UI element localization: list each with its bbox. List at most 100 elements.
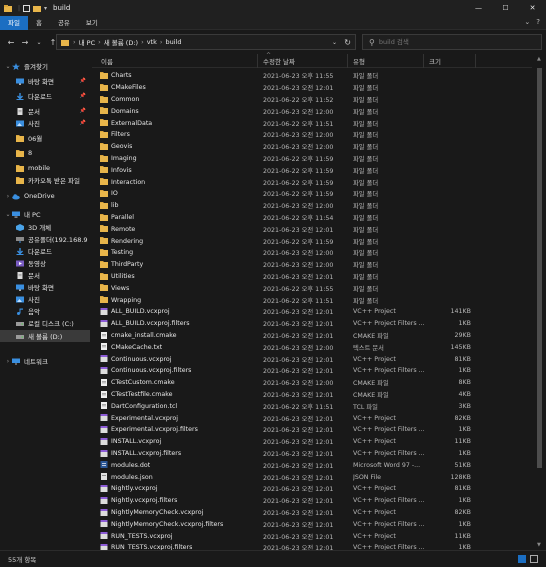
sidebar-item-15[interactable]: 문서: [0, 269, 90, 281]
back-button[interactable]: ←: [4, 38, 18, 47]
sidebar-item-0[interactable]: ⌄ 즐겨찾기: [0, 60, 90, 72]
sidebar-item-2[interactable]: 다운로드 📌: [0, 90, 90, 102]
file-row[interactable]: NightlyMemoryCheck.vcxproj.filters 2021-0…: [92, 518, 532, 530]
tab-file[interactable]: 파일: [0, 15, 28, 30]
file-row[interactable]: ThirdParty 2021-06-23 오전 12:00 파일 폴더: [92, 259, 532, 271]
recent-locations-button[interactable]: ⌄: [32, 39, 46, 46]
file-row[interactable]: CTestTestfile.cmake 2021-06-23 오전 12:01 CM…: [92, 389, 532, 401]
sidebar-item-9[interactable]: › OneDrive: [0, 190, 90, 202]
file-row[interactable]: Charts 2021-06-23 오후 11:55 파일 폴더: [92, 70, 532, 82]
file-row[interactable]: Utilities 2021-06-23 오전 12:01 파일 폴더: [92, 271, 532, 283]
sidebar-item-6[interactable]: 8: [0, 147, 90, 159]
sidebar-item-3[interactable]: 문서 📌: [0, 105, 90, 117]
tab-home[interactable]: 홈: [28, 16, 50, 30]
file-row[interactable]: IO 2021-06-22 오후 11:59 파일 폴더: [92, 188, 532, 200]
tab-share[interactable]: 공유: [50, 16, 78, 30]
file-row[interactable]: Continuous.vcxproj.filters 2021-06-23 오전 …: [92, 365, 532, 377]
minimize-button[interactable]: —: [465, 0, 492, 16]
file-row[interactable]: Rendering 2021-06-22 오후 11:59 파일 폴더: [92, 235, 532, 247]
sidebar-item-7[interactable]: mobile: [0, 162, 90, 174]
sidebar-item-11[interactable]: 3D 개체: [0, 221, 90, 233]
file-row[interactable]: Domains 2021-06-23 오전 12:00 파일 폴더: [92, 105, 532, 117]
file-row[interactable]: modules.dot 2021-06-23 오전 12:01 Microsoft …: [92, 459, 532, 471]
sidebar-item-17[interactable]: 사진: [0, 293, 90, 305]
file-row[interactable]: RUN_TESTS.vcxproj.filters 2021-06-23 오전 1…: [92, 542, 532, 550]
column-header-name[interactable]: 이름: [101, 56, 113, 66]
file-row[interactable]: CMakeFiles 2021-06-23 오전 12:01 파일 폴더: [92, 82, 532, 94]
scrollbar-thumb[interactable]: [537, 68, 542, 468]
file-row[interactable]: ALL_BUILD.vcxproj 2021-06-23 오전 12:01 VC++…: [92, 306, 532, 318]
file-row[interactable]: lib 2021-06-23 오전 12:00 파일 폴더: [92, 200, 532, 212]
expand-ribbon-icon[interactable]: ⌄: [524, 18, 530, 26]
file-row[interactable]: Nightly.vcxproj.filters 2021-06-23 오전 12:…: [92, 495, 532, 507]
details-view-icon[interactable]: [518, 555, 526, 563]
column-separator[interactable]: [347, 54, 348, 68]
maximize-button[interactable]: ☐: [492, 0, 519, 16]
sidebar-item-20[interactable]: 새 볼륨 (D:): [0, 330, 90, 342]
new-folder-icon[interactable]: [33, 5, 42, 12]
file-row[interactable]: Filters 2021-06-23 오전 12:00 파일 폴더: [92, 129, 532, 141]
expand-chevron-icon[interactable]: ›: [4, 358, 12, 365]
file-row[interactable]: ALL_BUILD.vcxproj.filters 2021-06-23 오전 1…: [92, 318, 532, 330]
breadcrumb-volume-d[interactable]: 새 볼륨 (D:): [104, 37, 138, 47]
close-button[interactable]: ✕: [519, 0, 546, 16]
expand-chevron-icon[interactable]: ⌄: [4, 211, 12, 218]
file-row[interactable]: NightlyMemoryCheck.vcxproj 2021-06-23 오전 …: [92, 507, 532, 519]
forward-button[interactable]: →: [18, 38, 32, 47]
sidebar-item-4[interactable]: 사진 📌: [0, 117, 90, 129]
file-row[interactable]: ExternalData 2021-06-22 오후 11:51 파일 폴더: [92, 117, 532, 129]
file-row[interactable]: INSTALL.vcxproj 2021-06-23 오전 12:01 VC++ P…: [92, 436, 532, 448]
sidebar-item-19[interactable]: 로컬 디스크 (C:): [0, 317, 90, 329]
file-row[interactable]: Geovis 2021-06-23 오전 12:00 파일 폴더: [92, 141, 532, 153]
column-header-type[interactable]: 유형: [353, 56, 365, 66]
column-header-date[interactable]: 수정한 날짜: [263, 56, 295, 66]
scroll-down-icon[interactable]: ▼: [537, 542, 541, 548]
file-row[interactable]: Interaction 2021-06-22 오후 11:59 파일 폴더: [92, 176, 532, 188]
sidebar-item-21[interactable]: › 네트워크: [0, 355, 90, 367]
sidebar-item-1[interactable]: 바탕 화면 📌: [0, 75, 90, 87]
sidebar-item-8[interactable]: 카카오톡 받은 파일: [0, 174, 90, 186]
properties-icon[interactable]: [23, 4, 31, 12]
column-header-size[interactable]: 크기: [429, 56, 441, 66]
file-row[interactable]: Common 2021-06-22 오후 11:52 파일 폴더: [92, 94, 532, 106]
file-row[interactable]: Experimental.vcxproj.filters 2021-06-23 오…: [92, 424, 532, 436]
file-row[interactable]: modules.json 2021-06-23 오전 12:01 JSON File…: [92, 471, 532, 483]
sidebar-item-18[interactable]: 음악: [0, 305, 90, 317]
address-dropdown-icon[interactable]: ⌄: [332, 39, 337, 46]
column-separator[interactable]: [475, 54, 476, 68]
expand-chevron-icon[interactable]: ›: [4, 193, 12, 200]
breadcrumb-build[interactable]: build: [165, 38, 181, 46]
expand-chevron-icon[interactable]: ⌄: [4, 63, 12, 70]
file-row[interactable]: Experimental.vcxproj 2021-06-23 오전 12:01 V…: [92, 412, 532, 424]
large-icons-view-icon[interactable]: [530, 555, 538, 563]
refresh-button[interactable]: ↻: [344, 38, 351, 47]
file-row[interactable]: INSTALL.vcxproj.filters 2021-06-23 오전 12:…: [92, 448, 532, 460]
column-separator[interactable]: [257, 54, 258, 68]
navigation-pane[interactable]: ⌄ 즐겨찾기바탕 화면 📌 다운로드 📌 문서 📌 사진 📌 06월 8 mobile 카카오톡 받은 …: [0, 54, 90, 550]
file-row[interactable]: CMakeCache.txt 2021-06-23 오전 12:00 텍스트 문서 1…: [92, 341, 532, 353]
sidebar-item-10[interactable]: ⌄ 내 PC: [0, 208, 90, 220]
column-separator[interactable]: [423, 54, 424, 68]
vertical-scrollbar[interactable]: ▲ ▼: [535, 54, 544, 550]
file-row[interactable]: RUN_TESTS.vcxproj 2021-06-23 오전 12:01 VC++…: [92, 530, 532, 542]
file-row[interactable]: Nightly.vcxproj 2021-06-23 오전 12:01 VC++ P…: [92, 483, 532, 495]
file-row[interactable]: Wrapping 2021-06-22 오후 11:51 파일 폴더: [92, 294, 532, 306]
scroll-up-icon[interactable]: ▲: [537, 56, 541, 62]
sidebar-item-5[interactable]: 06월: [0, 132, 90, 144]
file-row[interactable]: CTestCustom.cmake 2021-06-23 오전 12:00 CMAK…: [92, 377, 532, 389]
file-row[interactable]: Infovis 2021-06-22 오후 11:59 파일 폴더: [92, 164, 532, 176]
breadcrumb-vtk[interactable]: vtk: [147, 38, 157, 46]
file-row[interactable]: cmake_install.cmake 2021-06-23 오전 12:01 CM…: [92, 330, 532, 342]
sidebar-item-14[interactable]: 동영상: [0, 257, 90, 269]
file-row[interactable]: Imaging 2021-06-22 오후 11:59 파일 폴더: [92, 153, 532, 165]
sidebar-item-16[interactable]: 바탕 화면: [0, 281, 90, 293]
file-row[interactable]: Remote 2021-06-23 오전 12:01 파일 폴더: [92, 223, 532, 235]
help-icon[interactable]: ?: [536, 18, 540, 26]
search-box[interactable]: ⚲: [362, 34, 542, 50]
file-row[interactable]: Continuous.vcxproj 2021-06-23 오전 12:01 VC+…: [92, 353, 532, 365]
address-bar[interactable]: › 내 PC › 새 볼륨 (D:) › vtk › build ⌄ ↻: [56, 34, 356, 50]
sidebar-item-12[interactable]: 공유폴더(192.168.9: [0, 233, 90, 245]
file-row[interactable]: Testing 2021-06-23 오전 12:00 파일 폴더: [92, 247, 532, 259]
qa-customize-icon[interactable]: ▾: [44, 5, 47, 12]
sidebar-item-13[interactable]: 다운로드: [0, 245, 90, 257]
